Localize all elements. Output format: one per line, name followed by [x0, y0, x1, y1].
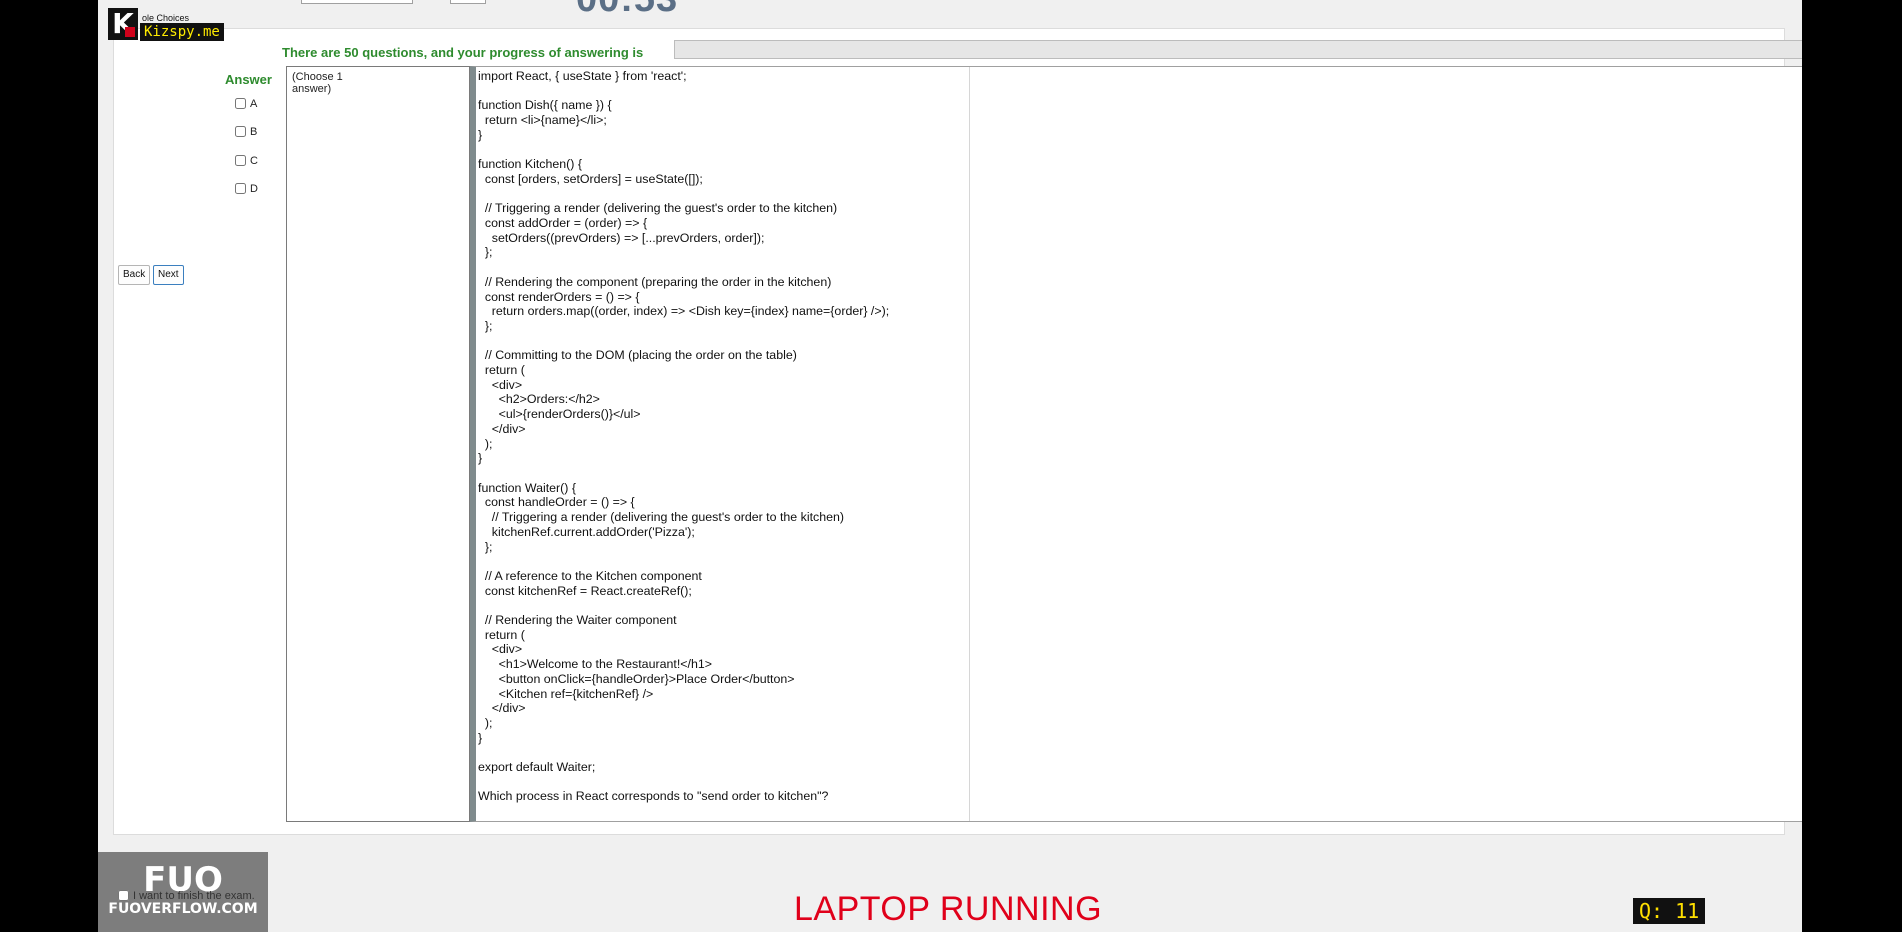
question-content-box[interactable]: import React, { useState } from 'react';… [470, 66, 1802, 822]
progress-label: There are 50 questions, and your progres… [282, 45, 644, 60]
logo-caption: ole Choices [142, 13, 190, 23]
top-field-partial[interactable] [301, 0, 413, 4]
option-a[interactable]: A [235, 98, 257, 110]
content-divider [969, 67, 970, 821]
timer-partial: 00:53 [576, 0, 678, 21]
question-code: import React, { useState } from 'react';… [478, 69, 890, 804]
finish-exam[interactable]: I want to finish the exam. [118, 890, 255, 902]
option-a-checkbox[interactable] [235, 98, 246, 109]
fuo-logo-subtext: FUOVERFLOW.COM [108, 901, 258, 917]
option-d-checkbox[interactable] [235, 183, 246, 194]
exam-window: 00:53 K ole Choices Kizspy.me There are … [98, 0, 1802, 932]
option-b-checkbox[interactable] [235, 126, 246, 137]
finish-exam-checkbox[interactable] [118, 890, 129, 901]
status-text: LAPTOP RUNNING [794, 890, 1103, 928]
option-c-label: C [250, 155, 258, 167]
option-b-label: B [250, 126, 258, 138]
option-a-label: A [250, 98, 258, 110]
option-d-label: D [250, 183, 258, 195]
logo-letter: K [108, 8, 138, 40]
finish-exam-label: I want to finish the exam. [133, 890, 255, 902]
question-counter: Q: 11 [1633, 898, 1706, 924]
kizspy-logo: K ole Choices Kizspy.me [108, 8, 228, 41]
top-dropdown-partial[interactable] [450, 0, 486, 4]
logo-brand: Kizspy.me [140, 23, 224, 41]
question-instruction: (Choose 1 answer) [292, 71, 343, 95]
option-b[interactable]: B [235, 126, 257, 138]
back-button[interactable]: Back [118, 265, 151, 285]
option-c-checkbox[interactable] [235, 155, 246, 166]
next-button[interactable]: Next [153, 265, 184, 285]
answer-title: Answer [225, 72, 272, 87]
option-d[interactable]: D [235, 183, 258, 195]
question-instruction-box: (Choose 1 answer) [286, 66, 470, 822]
option-c[interactable]: C [235, 155, 258, 167]
progress-bar [674, 40, 1802, 59]
